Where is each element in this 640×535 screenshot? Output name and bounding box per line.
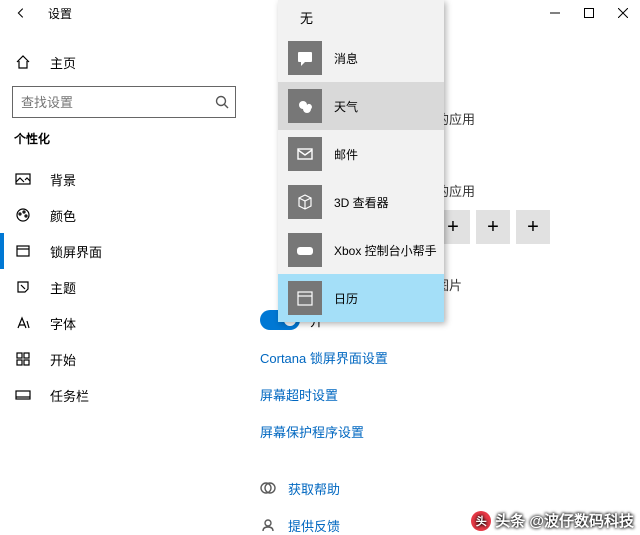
search-field[interactable] [21, 95, 191, 110]
maximize-icon [584, 8, 594, 18]
dropdown-item-3dviewer[interactable]: 3D 查看器 [278, 178, 444, 226]
dropdown-item-messages[interactable]: 消息 [278, 34, 444, 82]
sidebar-item-background[interactable]: 背景 [0, 161, 248, 197]
theme-icon [14, 279, 32, 295]
weather-icon [288, 89, 322, 123]
sidebar-item-lockscreen[interactable]: 锁屏界面 [0, 233, 248, 269]
home-label: 主页 [50, 53, 76, 72]
home-icon [14, 54, 32, 70]
category-title: 个性化 [0, 126, 248, 153]
window-title: 设置 [42, 5, 72, 22]
screen-timeout-link[interactable]: 屏幕超时设置 [248, 385, 640, 404]
mail-icon [288, 137, 322, 171]
close-button[interactable] [606, 0, 640, 26]
taskbar-icon [14, 387, 32, 403]
feedback-icon [260, 517, 278, 533]
start-icon [14, 351, 32, 367]
minimize-button[interactable] [538, 0, 572, 26]
picture-icon [14, 171, 32, 187]
search-input[interactable] [12, 86, 236, 118]
dropdown-item-mail[interactable]: 邮件 [278, 130, 444, 178]
search-icon [215, 95, 229, 109]
add-app-tile[interactable]: + [476, 210, 510, 244]
sidebar-item-start[interactable]: 开始 [0, 341, 248, 377]
get-help-link[interactable]: 获取帮助 [248, 479, 640, 498]
dropdown-item-calendar[interactable]: 日历 [278, 274, 444, 322]
palette-icon [14, 207, 32, 223]
close-icon [618, 8, 628, 18]
message-icon [288, 41, 322, 75]
cube-icon [288, 185, 322, 219]
xbox-icon [288, 233, 322, 267]
back-button[interactable] [0, 0, 42, 26]
lockscreen-icon [14, 243, 32, 259]
sidebar-item-colors[interactable]: 颜色 [0, 197, 248, 233]
dropdown-item-weather[interactable]: 天气 [278, 82, 444, 130]
watermark: 头 头条 @波仔数码科技 [471, 510, 634, 531]
font-icon [14, 315, 32, 331]
arrow-left-icon [14, 6, 28, 20]
add-app-tile[interactable]: + [516, 210, 550, 244]
maximize-button[interactable] [572, 0, 606, 26]
screensaver-link[interactable]: 屏幕保护程序设置 [248, 422, 640, 441]
toutiao-logo-icon: 头 [471, 511, 491, 531]
sidebar-item-themes[interactable]: 主题 [0, 269, 248, 305]
calendar-icon [288, 281, 322, 315]
dropdown-item-xbox[interactable]: Xbox 控制台小帮手 [278, 226, 444, 274]
sidebar-item-taskbar[interactable]: 任务栏 [0, 377, 248, 413]
home-nav[interactable]: 主页 [0, 44, 248, 80]
dropdown-none-option[interactable]: 无 [278, 0, 444, 34]
help-icon [260, 480, 278, 496]
app-picker-dropdown[interactable]: 无 消息 天气 邮件 3D 查看器 Xbox 控制台小帮手 日历 [278, 0, 444, 322]
cortana-link[interactable]: Cortana 锁屏界面设置 [248, 348, 640, 367]
minimize-icon [550, 8, 560, 18]
sidebar-item-fonts[interactable]: 字体 [0, 305, 248, 341]
